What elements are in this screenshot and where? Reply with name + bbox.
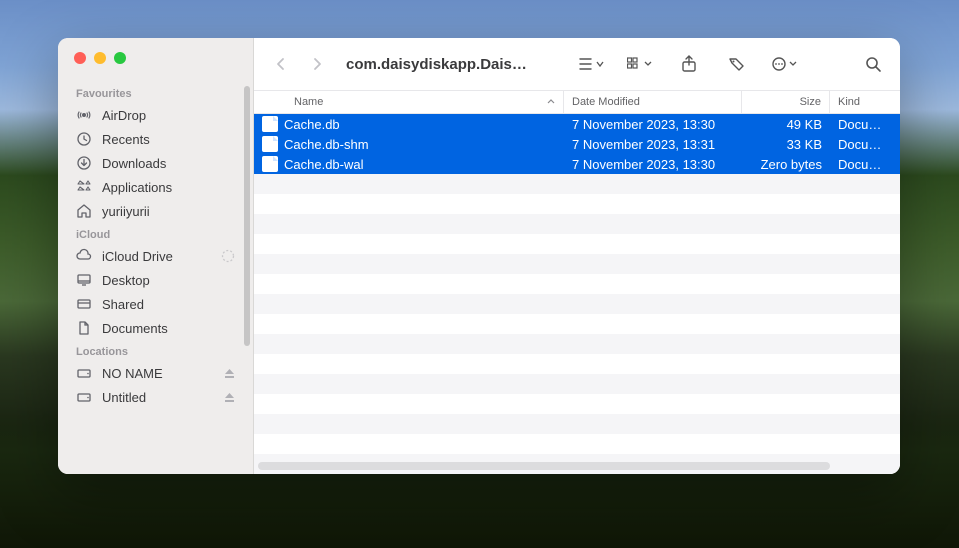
sidebar-item-label: iCloud Drive bbox=[102, 249, 173, 264]
clock-icon bbox=[76, 131, 92, 147]
sidebar-item-label: Applications bbox=[102, 180, 172, 195]
file-kind: Document bbox=[830, 137, 900, 152]
airdrop-icon bbox=[76, 107, 92, 123]
file-icon bbox=[262, 136, 278, 152]
sidebar-item-label: Shared bbox=[102, 297, 144, 312]
sort-asc-icon bbox=[547, 98, 555, 106]
column-size[interactable]: Size bbox=[742, 91, 830, 113]
house-icon bbox=[76, 203, 92, 219]
file-icon bbox=[262, 156, 278, 172]
file-size: Zero bytes bbox=[742, 157, 830, 172]
shared-icon bbox=[76, 296, 92, 312]
sidebar-item-label: NO NAME bbox=[102, 366, 163, 381]
sidebar-item[interactable]: NO NAME bbox=[58, 361, 253, 385]
view-list-button[interactable] bbox=[578, 51, 608, 77]
doc-icon bbox=[76, 320, 92, 336]
file-row[interactable]: Cache.db-wal 7 November 2023, 13:30Zero b… bbox=[254, 154, 900, 174]
action-button[interactable] bbox=[770, 51, 800, 77]
desktop-icon bbox=[76, 272, 92, 288]
sidebar-section-header: Favourites bbox=[58, 82, 253, 103]
file-name: Cache.db bbox=[284, 117, 340, 132]
drive-icon bbox=[76, 365, 92, 381]
finder-window: Favourites AirDrop Recents Downloads Applica… bbox=[58, 38, 900, 474]
share-button[interactable] bbox=[674, 51, 704, 77]
grid-icon bbox=[76, 179, 92, 195]
search-button[interactable] bbox=[858, 51, 888, 77]
column-kind-label: Kind bbox=[838, 96, 860, 108]
sidebar-item[interactable]: Documents bbox=[58, 316, 253, 340]
file-name: Cache.db-wal bbox=[284, 157, 364, 172]
sidebar-scrollbar[interactable] bbox=[244, 86, 250, 346]
back-button[interactable] bbox=[266, 51, 296, 77]
file-date: 7 November 2023, 13:31 bbox=[564, 137, 742, 152]
sidebar-item-label: yuriiyurii bbox=[102, 204, 150, 219]
sidebar-item[interactable]: Applications bbox=[58, 175, 253, 199]
sidebar-item-label: AirDrop bbox=[102, 108, 146, 123]
sidebar: Favourites AirDrop Recents Downloads Applica… bbox=[58, 38, 254, 474]
column-name-label: Name bbox=[294, 96, 323, 108]
file-icon bbox=[262, 116, 278, 132]
maximize-button[interactable] bbox=[114, 52, 126, 64]
column-date[interactable]: Date Modified bbox=[564, 91, 742, 113]
column-date-label: Date Modified bbox=[572, 96, 640, 108]
sidebar-item-label: Recents bbox=[102, 132, 150, 147]
toolbar: com.daisydiskapp.Daisy… bbox=[254, 38, 900, 90]
window-title: com.daisydiskapp.Daisy… bbox=[346, 56, 534, 73]
file-kind: Document bbox=[830, 157, 900, 172]
sidebar-item-label: Untitled bbox=[102, 390, 146, 405]
group-button[interactable] bbox=[626, 51, 656, 77]
file-size: 49 KB bbox=[742, 117, 830, 132]
file-name: Cache.db-shm bbox=[284, 137, 369, 152]
sidebar-item[interactable]: Downloads bbox=[58, 151, 253, 175]
sidebar-item-label: Desktop bbox=[102, 273, 150, 288]
sidebar-section-header: iCloud bbox=[58, 223, 253, 244]
file-date: 7 November 2023, 13:30 bbox=[564, 157, 742, 172]
eject-icon[interactable] bbox=[224, 368, 235, 379]
file-row[interactable]: Cache.db 7 November 2023, 13:3049 KBDocum… bbox=[254, 114, 900, 134]
close-button[interactable] bbox=[74, 52, 86, 64]
file-date: 7 November 2023, 13:30 bbox=[564, 117, 742, 132]
sidebar-item[interactable]: AirDrop bbox=[58, 103, 253, 127]
file-row[interactable]: Cache.db-shm 7 November 2023, 13:3133 KBD… bbox=[254, 134, 900, 154]
file-list[interactable]: Cache.db7 November 2023, 13:3049 KBDocum… bbox=[254, 114, 900, 474]
window-controls bbox=[58, 38, 253, 74]
forward-button[interactable] bbox=[302, 51, 332, 77]
horizontal-scrollbar[interactable] bbox=[258, 462, 830, 470]
sidebar-section-header: Locations bbox=[58, 340, 253, 361]
sidebar-item-label: Downloads bbox=[102, 156, 166, 171]
sidebar-item[interactable]: Desktop bbox=[58, 268, 253, 292]
sidebar-item[interactable]: Shared bbox=[58, 292, 253, 316]
file-size: 33 KB bbox=[742, 137, 830, 152]
cloud-icon bbox=[76, 248, 92, 264]
column-kind[interactable]: Kind bbox=[830, 91, 900, 113]
sidebar-item[interactable]: iCloud Drive bbox=[58, 244, 253, 268]
tags-button[interactable] bbox=[722, 51, 752, 77]
drive-icon bbox=[76, 389, 92, 405]
download-icon bbox=[76, 155, 92, 171]
columns-header: Name Date Modified Size Kind bbox=[254, 90, 900, 114]
sidebar-item[interactable]: Untitled bbox=[58, 385, 253, 409]
minimize-button[interactable] bbox=[94, 52, 106, 64]
sidebar-item[interactable]: Recents bbox=[58, 127, 253, 151]
main-pane: com.daisydiskapp.Daisy… bbox=[254, 38, 900, 474]
sidebar-item[interactable]: yuriiyurii bbox=[58, 199, 253, 223]
sidebar-item-label: Documents bbox=[102, 321, 168, 336]
column-size-label: Size bbox=[800, 96, 821, 108]
file-kind: Document bbox=[830, 117, 900, 132]
eject-icon[interactable] bbox=[224, 392, 235, 403]
column-name[interactable]: Name bbox=[254, 91, 564, 113]
sync-progress-icon bbox=[221, 249, 235, 263]
